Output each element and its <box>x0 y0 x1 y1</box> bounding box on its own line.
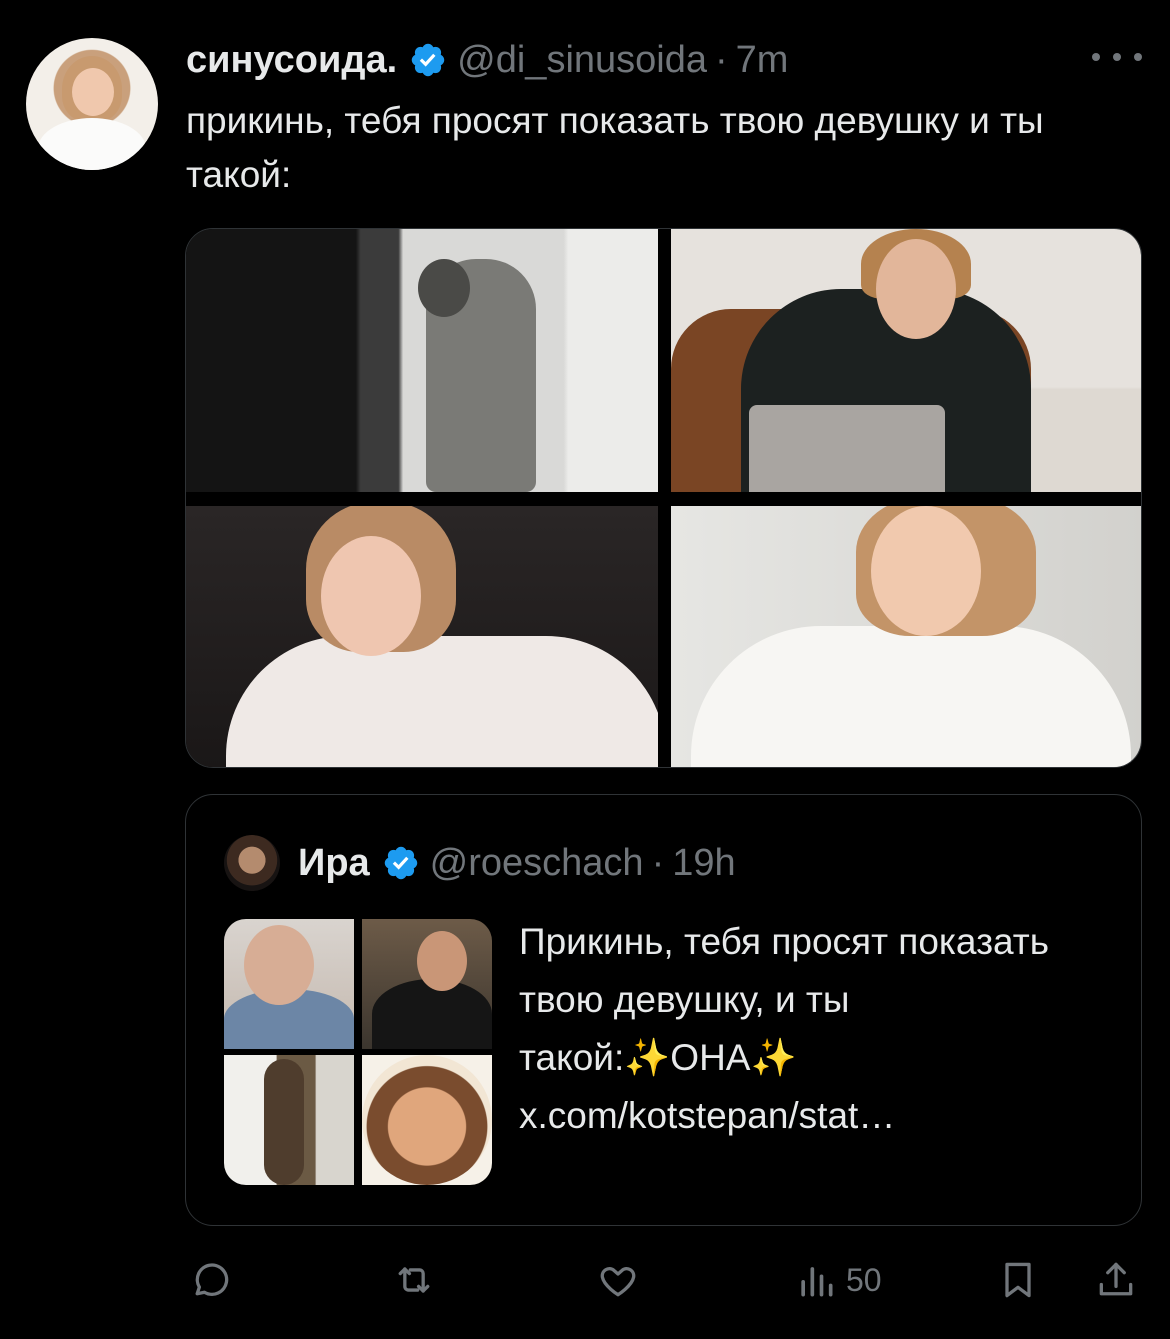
separator-dot: · <box>651 841 665 884</box>
tweet-header: синусоида. @di_sinusoida · 7m <box>186 36 788 84</box>
media-grid <box>185 228 1142 768</box>
bookmark-icon <box>1005 1262 1031 1298</box>
share-icon <box>1099 1262 1133 1296</box>
author-handle[interactable]: @di_sinusoida <box>457 39 707 82</box>
tweet-text: прикинь, тебя просят показать твою девуш… <box>186 100 1044 195</box>
views-count: 50 <box>846 1261 882 1298</box>
views-icon <box>801 1267 833 1297</box>
media-photo[interactable] <box>671 229 1141 492</box>
verified-badge-icon <box>411 43 445 77</box>
like-button[interactable] <box>596 1252 640 1308</box>
media-photo[interactable] <box>186 229 658 492</box>
quote-text: Прикинь, тебя просят показать твою девуш… <box>519 921 1050 1136</box>
quote-media-photo <box>224 1055 354 1185</box>
separator-dot: · <box>715 38 728 81</box>
reply-icon <box>195 1263 229 1296</box>
quote-author-handle[interactable]: @roeschach <box>430 842 644 885</box>
share-button[interactable] <box>1094 1252 1138 1308</box>
quote-header: Ира @roeschach · 19h <box>298 837 736 889</box>
tweet[interactable]: синусоида. @di_sinusoida · 7m прикинь, т… <box>0 0 1170 1339</box>
tweet-actions-bar: 50 <box>0 1252 1170 1308</box>
verified-badge-icon <box>384 846 417 880</box>
media-photo[interactable] <box>671 506 1141 767</box>
views-button[interactable]: 50 <box>794 1252 882 1308</box>
tweet-timestamp[interactable]: 7m <box>736 39 789 82</box>
retweet-button[interactable] <box>392 1252 436 1308</box>
retweet-icon <box>398 1267 430 1293</box>
quote-media-grid[interactable] <box>224 919 492 1185</box>
quoted-tweet-card[interactable]: Ира @roeschach · 19h Прикинь, тебя прося… <box>185 794 1142 1226</box>
reply-button[interactable] <box>188 1252 232 1308</box>
quote-media-photo <box>224 919 354 1049</box>
quote-author-display-name[interactable]: Ира <box>298 842 370 885</box>
quote-author-avatar[interactable] <box>224 835 280 891</box>
media-photo[interactable] <box>186 506 658 767</box>
quote-media-photo <box>362 919 492 1049</box>
author-display-name[interactable]: синусоида. <box>186 39 397 82</box>
bookmark-button[interactable] <box>996 1252 1040 1308</box>
author-avatar[interactable] <box>26 38 158 170</box>
more-dots-icon[interactable] <box>1092 40 1142 74</box>
quote-media-photo <box>362 1055 492 1185</box>
quote-timestamp[interactable]: 19h <box>672 842 735 885</box>
heart-icon <box>600 1267 636 1297</box>
